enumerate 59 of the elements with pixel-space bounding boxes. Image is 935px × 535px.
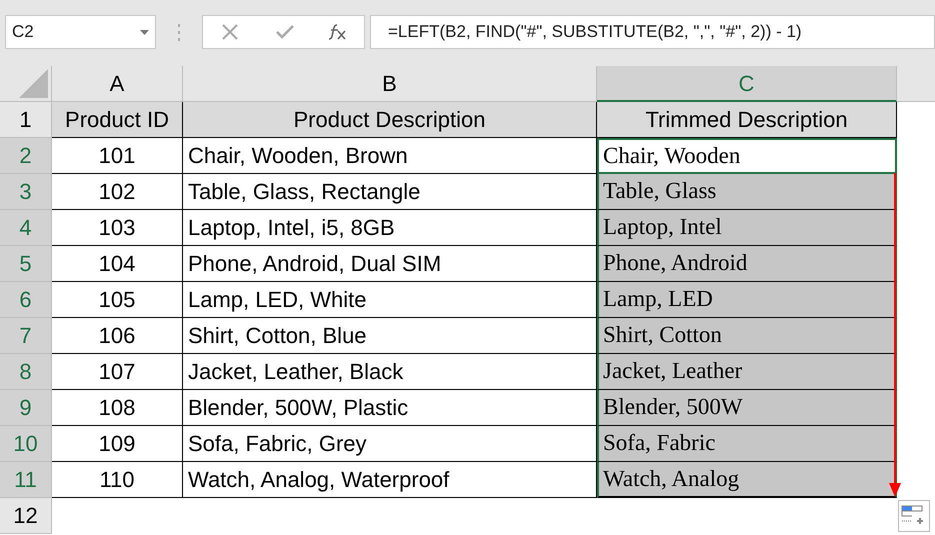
table-cell[interactable]: Sofa, Fabric [597, 426, 897, 462]
table-cell[interactable]: Watch, Analog [597, 462, 897, 498]
table-cell: Blender, 500W, Plastic [183, 390, 597, 426]
column-title: Trimmed Description [597, 102, 897, 138]
row-header[interactable]: 8 [0, 354, 52, 390]
row-header[interactable]: 12 [0, 498, 52, 534]
table-cell[interactable]: Phone, Android [597, 246, 897, 282]
table-cell: 107 [52, 354, 183, 390]
row-header[interactable]: 4 [0, 210, 52, 246]
table-cell[interactable]: Chair, Wooden [597, 138, 897, 174]
name-box[interactable]: C2 [5, 15, 156, 49]
table-cell[interactable]: Lamp, LED [597, 282, 897, 318]
cell-reference: C2 [12, 21, 34, 44]
checkmark-icon[interactable] [276, 25, 294, 39]
row-header[interactable]: 2 [0, 138, 52, 174]
row-header[interactable]: 9 [0, 390, 52, 426]
table-cell: 102 [52, 174, 183, 210]
table-cell: Shirt, Cotton, Blue [183, 318, 597, 354]
column-header[interactable]: B [183, 66, 597, 102]
table-cell: Sofa, Fabric, Grey [183, 426, 597, 462]
row-header[interactable]: 5 [0, 246, 52, 282]
table-cell[interactable]: Jacket, Leather [597, 354, 897, 390]
function-icon[interactable] [328, 24, 346, 40]
row-header[interactable]: 6 [0, 282, 52, 318]
column-title: Product ID [52, 102, 183, 138]
table-cell: Chair, Wooden, Brown [183, 138, 597, 174]
row-header[interactable]: 11 [0, 462, 52, 498]
formula-bar[interactable]: =LEFT(B2, FIND("#", SUBSTITUTE(B2, ",", "#", 2)) - 1) [370, 15, 935, 49]
table-cell: Jacket, Leather, Black [183, 354, 597, 390]
table-cell: Watch, Analog, Waterproof [183, 462, 597, 498]
table-cell[interactable]: Laptop, Intel [597, 210, 897, 246]
table-cell: Phone, Android, Dual SIM [183, 246, 597, 282]
table-cell[interactable]: Shirt, Cotton [597, 318, 897, 354]
drag-handle-icon [177, 24, 181, 41]
formula-text: =LEFT(B2, FIND("#", SUBSTITUTE(B2, ",", "#", 2)) - 1) [388, 21, 802, 44]
quick-analysis-icon[interactable] [898, 500, 930, 532]
table-cell: 106 [52, 318, 183, 354]
row-header[interactable]: 1 [0, 102, 52, 138]
table-cell[interactable]: Blender, 500W [597, 390, 897, 426]
table-cell: 103 [52, 210, 183, 246]
table-cell: Lamp, LED, White [183, 282, 597, 318]
cancel-icon[interactable] [222, 24, 238, 40]
fill-down-arrow-icon [889, 173, 901, 497]
dropdown-caret-icon[interactable] [140, 30, 149, 34]
table-cell: 105 [52, 282, 183, 318]
table-cell: 104 [52, 246, 183, 282]
row-header[interactable]: 10 [0, 426, 52, 462]
table-cell: Table, Glass, Rectangle [183, 174, 597, 210]
row-header[interactable]: 3 [0, 174, 52, 210]
row-header[interactable]: 7 [0, 318, 52, 354]
table-cell: 101 [52, 138, 183, 174]
table-cell: 108 [52, 390, 183, 426]
table-cell: 109 [52, 426, 183, 462]
column-header[interactable]: C [597, 66, 897, 102]
table-cell: Laptop, Intel, i5, 8GB [183, 210, 597, 246]
column-header[interactable]: A [52, 66, 183, 102]
table-cell: 110 [52, 462, 183, 498]
table-cell[interactable]: Table, Glass [597, 174, 897, 210]
column-title: Product Description [183, 102, 597, 138]
